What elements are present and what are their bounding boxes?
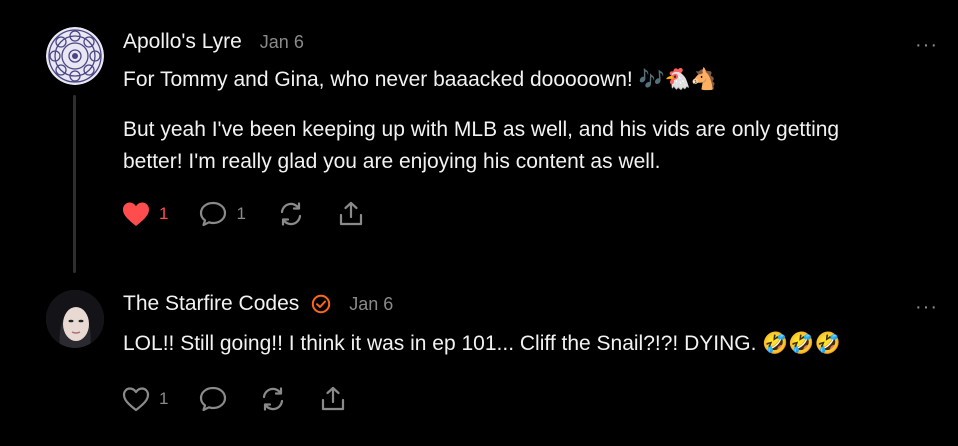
comment-text-line-1: LOL!! Still going!! I think it was in ep… bbox=[123, 332, 841, 355]
like-button[interactable]: 1 bbox=[121, 385, 168, 413]
comment-date[interactable]: Jan 6 bbox=[349, 294, 393, 315]
reply-button[interactable] bbox=[198, 385, 228, 413]
author-name[interactable]: The Starfire Codes bbox=[123, 292, 299, 316]
like-count: 1 bbox=[159, 389, 169, 408]
thread-line bbox=[73, 95, 76, 273]
like-button[interactable]: 1 bbox=[121, 200, 168, 228]
verified-badge-icon bbox=[311, 294, 331, 314]
restack-button[interactable] bbox=[276, 200, 306, 228]
reply-count: 1 bbox=[236, 204, 246, 223]
reply-button[interactable]: 1 bbox=[198, 200, 246, 228]
avatar-starfire-codes[interactable] bbox=[46, 290, 104, 348]
more-options-icon[interactable]: ··· bbox=[915, 35, 938, 55]
share-button[interactable] bbox=[336, 200, 366, 228]
like-count: 1 bbox=[159, 204, 169, 223]
heart-icon bbox=[122, 387, 150, 412]
comment-icon bbox=[200, 386, 227, 412]
comment-header: Apollo's Lyre Jan 6 bbox=[123, 30, 304, 54]
comment-actions: 1 1 bbox=[121, 200, 396, 228]
avatar-apollos-lyre[interactable] bbox=[46, 27, 104, 85]
comment-date[interactable]: Jan 6 bbox=[260, 32, 304, 53]
share-icon bbox=[339, 201, 363, 226]
share-icon bbox=[322, 386, 345, 411]
comment-text-line-2: But yeah I've been keeping up with MLB a… bbox=[123, 118, 840, 173]
heart-icon bbox=[123, 202, 149, 226]
comment-actions: 1 bbox=[121, 385, 378, 413]
restack-icon bbox=[280, 202, 302, 226]
more-options-icon[interactable]: ··· bbox=[915, 297, 938, 317]
comment-header: The Starfire Codes Jan 6 bbox=[123, 292, 393, 316]
restack-icon bbox=[263, 387, 284, 411]
author-name[interactable]: Apollo's Lyre bbox=[123, 30, 242, 54]
comment-icon bbox=[200, 201, 227, 227]
comment-text-line-1: For Tommy and Gina, who never baaacked d… bbox=[123, 68, 718, 91]
restack-button[interactable] bbox=[258, 385, 288, 413]
share-button[interactable] bbox=[318, 385, 348, 413]
